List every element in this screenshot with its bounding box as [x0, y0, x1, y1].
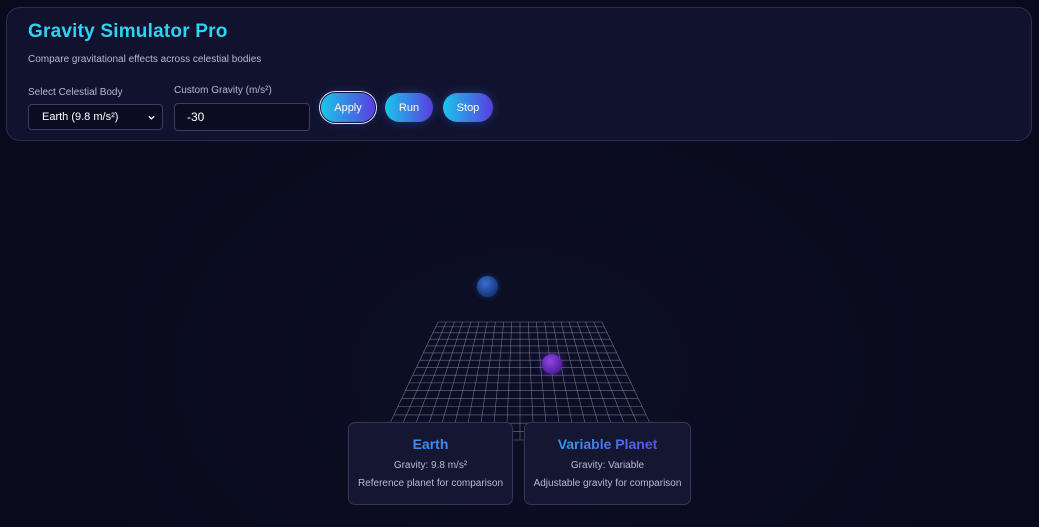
earth-ball: [477, 276, 498, 297]
card-title: Earth: [412, 436, 449, 452]
variable-planet-info-card: Variable Planet Gravity: Variable Adjust…: [524, 422, 691, 505]
card-description: Reference planet for comparison: [357, 478, 504, 489]
earth-info-card: Earth Gravity: 9.8 m/s² Reference planet…: [348, 422, 513, 505]
card-description: Adjustable gravity for comparison: [533, 478, 682, 489]
simulation-stage: [0, 0, 1039, 527]
app-root: Gravity Simulator Pro Compare gravitatio…: [0, 0, 1039, 527]
card-gravity: Gravity: Variable: [570, 460, 645, 471]
card-gravity: Gravity: 9.8 m/s²: [393, 460, 468, 471]
card-title: Variable Planet: [525, 436, 690, 452]
variable-planet-ball: [542, 354, 562, 374]
